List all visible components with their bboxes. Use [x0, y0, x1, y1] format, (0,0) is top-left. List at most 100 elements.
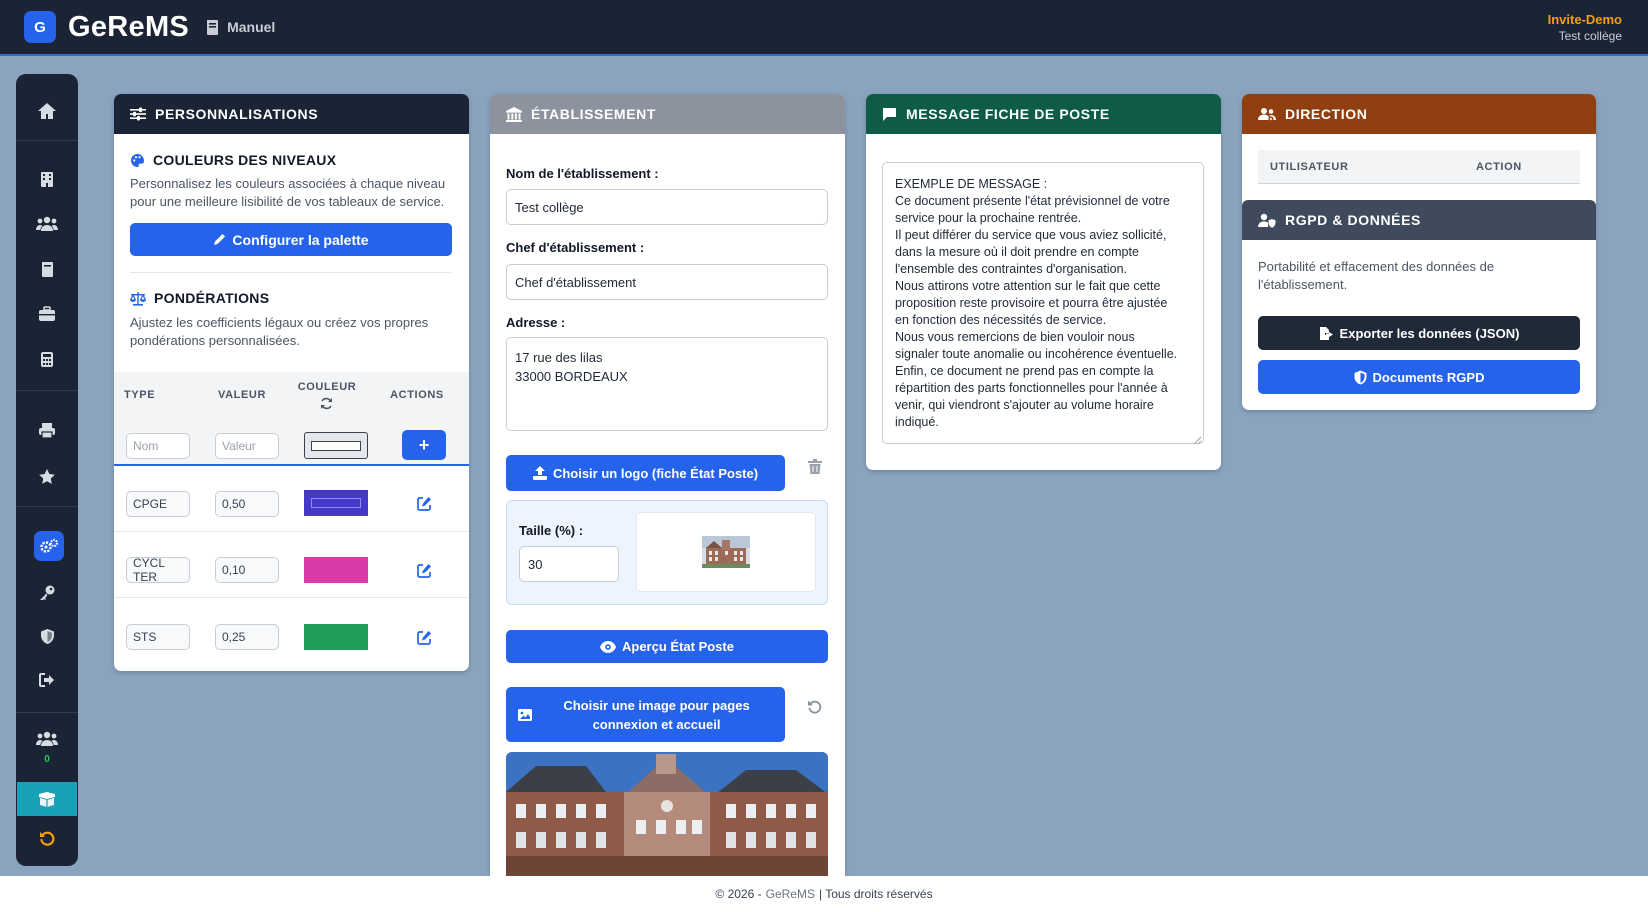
- message-line: indiqué.: [895, 415, 939, 429]
- app-title[interactable]: GeReMS: [68, 11, 189, 44]
- online-count: 0: [44, 754, 50, 765]
- message-card: MESSAGE FICHE DE POSTE EXEMPLE DE MESSAG…: [866, 94, 1221, 470]
- scale-icon: [130, 291, 146, 306]
- weights-title-text: PONDÉRATIONS: [154, 290, 270, 306]
- school-name-label: Nom de l'établissement :: [506, 166, 659, 181]
- comment-icon: [883, 107, 896, 121]
- preview-etat-poste-label: Aperçu État Poste: [622, 639, 734, 654]
- footer-rights: | Tous droits réservés: [818, 887, 933, 901]
- row-type-input[interactable]: CPGE: [126, 491, 190, 517]
- choose-image-button[interactable]: Choisir une image pour pages connexion e…: [506, 687, 785, 742]
- new-value-input[interactable]: Valeur: [215, 433, 279, 459]
- app-logo[interactable]: G: [24, 11, 56, 43]
- box-icon[interactable]: [17, 782, 77, 816]
- gears-icon[interactable]: [34, 531, 64, 561]
- school-building-image: [506, 752, 828, 876]
- row-color-inner: [311, 498, 361, 508]
- message-line: Nous vous remercions de bien vouloir nou…: [895, 330, 1135, 344]
- briefcase-icon[interactable]: [16, 296, 78, 332]
- refresh-colors-icon[interactable]: [320, 397, 333, 415]
- palette-icon: [131, 153, 145, 167]
- manual-label: Manuel: [227, 19, 276, 35]
- address-label: Adresse :: [506, 315, 566, 330]
- upload-icon: [532, 466, 547, 480]
- colors-title-text: COULEURS DES NIVEAUX: [153, 152, 337, 168]
- message-title: MESSAGE FICHE DE POSTE: [906, 106, 1110, 122]
- users-online-icon[interactable]: [16, 724, 78, 754]
- row-value-input[interactable]: 0,25: [215, 624, 279, 650]
- rgpd-documents-label: Documents RGPD: [1372, 369, 1485, 385]
- add-weight-button[interactable]: +: [402, 430, 446, 460]
- sidebar: 0: [16, 74, 78, 866]
- export-data-label: Exporter les données (JSON): [1339, 325, 1520, 341]
- row-type-input[interactable]: STS: [126, 624, 190, 650]
- etablissement-title: ÉTABLISSEMENT: [531, 106, 656, 122]
- calculator-icon[interactable]: [16, 341, 78, 377]
- logout-icon[interactable]: [16, 662, 78, 698]
- user-school: Test collège: [1558, 29, 1622, 43]
- message-line: l'ensemble des contraintes d'organisatio…: [895, 262, 1127, 276]
- star-icon[interactable]: [16, 458, 78, 494]
- message-line: Enfin, ce document ne prend pas en compt…: [895, 364, 1154, 378]
- address-line: 33000 BORDEAUX: [515, 369, 628, 384]
- message-textarea[interactable]: EXEMPLE DE MESSAGE : Ce document présent…: [882, 162, 1204, 444]
- rgpd-description: Portabilité et effacement des données de…: [1258, 259, 1495, 292]
- message-line: répartition des parts fonctionnelles pou…: [895, 381, 1168, 395]
- book-icon: [207, 19, 219, 35]
- col-valeur: VALEUR: [217, 389, 266, 401]
- row-color-swatch[interactable]: [304, 557, 368, 583]
- row-value-input[interactable]: 0,50: [215, 491, 279, 517]
- book-icon[interactable]: [16, 251, 78, 287]
- chef-input[interactable]: Chef d'établissement: [506, 264, 828, 300]
- trash-icon[interactable]: [808, 459, 822, 480]
- size-input[interactable]: 30: [519, 546, 619, 582]
- edit-icon[interactable]: [417, 630, 432, 650]
- personnalisations-header: PERSONNALISATIONS: [114, 94, 469, 134]
- new-type-input[interactable]: Nom: [126, 433, 190, 459]
- message-line: dans la mesure où il doit prendre en com…: [895, 245, 1139, 259]
- message-line: venir, qui viendront s'ajouter au volume…: [895, 398, 1154, 412]
- footer: © 2026 - GeReMS | Tous droits réservés: [0, 876, 1648, 912]
- message-header: MESSAGE FICHE DE POSTE: [866, 94, 1221, 134]
- edit-icon[interactable]: [417, 563, 432, 583]
- top-bar: G GeReMS Manuel Invite-Demo Test collège: [0, 0, 1648, 56]
- direction-header: DIRECTION: [1242, 94, 1596, 134]
- undo-icon[interactable]: [16, 820, 78, 856]
- footer-copyright: © 2026 -: [715, 887, 762, 901]
- rgpd-header: RGPD & DONNÉES: [1242, 200, 1596, 240]
- footer-brand[interactable]: GeReMS: [766, 887, 815, 901]
- shield-icon[interactable]: [16, 618, 78, 654]
- colors-description: Personnalisez les couleurs associées à c…: [130, 176, 446, 209]
- choose-image-line: Choisir une image pour pages: [563, 697, 750, 713]
- user-menu[interactable]: Invite-Demo Test collège: [1548, 12, 1622, 43]
- pencil-icon: [214, 234, 226, 245]
- export-data-button[interactable]: Exporter les données (JSON): [1258, 316, 1580, 350]
- home-icon[interactable]: [16, 93, 78, 129]
- message-line: service pour la prochaine rentrée.: [895, 211, 1082, 225]
- new-color-picker[interactable]: [304, 432, 368, 459]
- preview-etat-poste-button[interactable]: Aperçu État Poste: [506, 630, 828, 663]
- print-icon[interactable]: [16, 412, 78, 448]
- rgpd-documents-button[interactable]: Documents RGPD: [1258, 360, 1580, 394]
- school-name-input[interactable]: Test collège: [506, 189, 828, 225]
- configure-palette-button[interactable]: Configurer la palette: [130, 223, 452, 256]
- size-label: Taille (%) :: [519, 523, 584, 538]
- row-color-swatch[interactable]: [304, 490, 368, 516]
- section-divider: [130, 272, 452, 273]
- homepage-image-preview: [506, 752, 828, 876]
- row-type-input[interactable]: CYCL TER: [126, 556, 190, 584]
- address-textarea[interactable]: 17 rue des lilas 33000 BORDEAUX: [506, 337, 828, 431]
- key-icon[interactable]: [16, 574, 78, 610]
- file-export-icon: [1319, 326, 1333, 340]
- manual-link[interactable]: Manuel: [205, 19, 275, 36]
- users-icon[interactable]: [16, 206, 78, 242]
- row-value-input[interactable]: 0,10: [215, 557, 279, 583]
- resize-handle[interactable]: [1192, 432, 1202, 445]
- edit-icon[interactable]: [417, 496, 432, 516]
- reset-image-icon[interactable]: [807, 699, 822, 719]
- building-icon[interactable]: [16, 161, 78, 197]
- chef-label: Chef d'établissement :: [506, 240, 645, 255]
- row-color-swatch[interactable]: [304, 624, 368, 650]
- choose-logo-button[interactable]: Choisir un logo (fiche État Poste): [506, 455, 785, 491]
- sidebar-divider: [16, 140, 78, 141]
